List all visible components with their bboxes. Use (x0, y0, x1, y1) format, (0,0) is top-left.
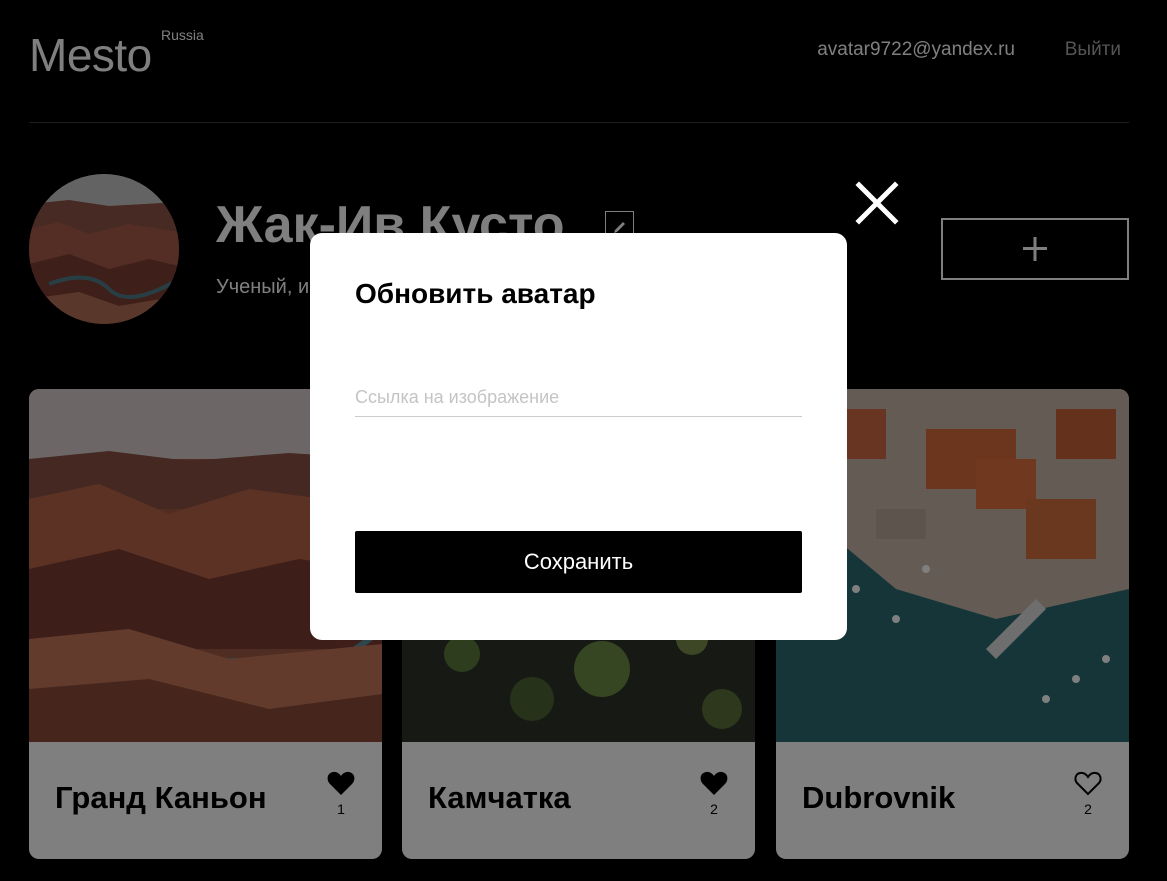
popup-close-button[interactable] (855, 181, 899, 225)
popup-title: Обновить аватар (355, 278, 596, 309)
update-avatar-popup: Обновить аватар Сохранить (310, 233, 847, 640)
save-button[interactable]: Сохранить (355, 531, 802, 593)
page: Mesto Russia avatar9722@yandex.ru Выйти … (0, 0, 1167, 881)
avatar-link-input[interactable] (355, 379, 802, 417)
close-icon (855, 181, 899, 225)
